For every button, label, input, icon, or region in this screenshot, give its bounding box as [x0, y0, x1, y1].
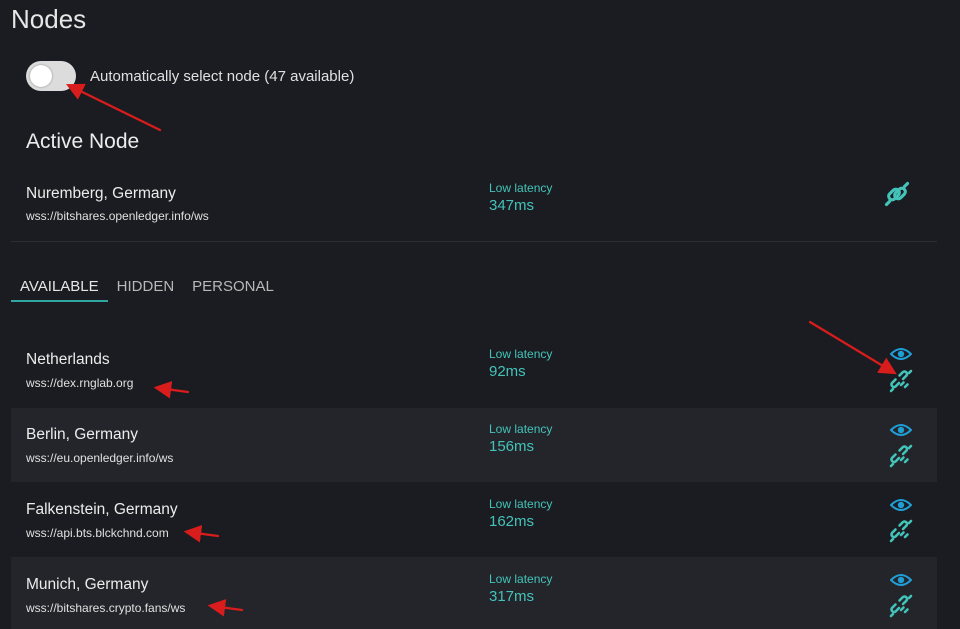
latency-label: Low latency — [489, 422, 553, 436]
auto-select-label: Automatically select node (47 available) — [90, 67, 355, 85]
node-row-munich: Munich, Germany wss://bitshares.crypto.f… — [11, 557, 937, 629]
connect-link-icon[interactable] — [889, 444, 913, 468]
latency-label: Low latency — [489, 181, 553, 195]
node-url: wss://bitshares.openledger.info/ws — [26, 209, 209, 223]
latency-value: 92ms — [489, 363, 526, 380]
eye-icon[interactable] — [890, 573, 912, 587]
node-tabs: AVAILABLE HIDDEN PERSONAL — [11, 276, 283, 302]
node-name: Nuremberg, Germany — [26, 185, 176, 202]
node-url: wss://api.bts.blckchnd.com — [26, 526, 169, 540]
eye-icon[interactable] — [890, 498, 912, 512]
node-name: Berlin, Germany — [26, 426, 138, 443]
active-node-title: Active Node — [26, 130, 140, 153]
node-url: wss://eu.openledger.info/ws — [26, 451, 174, 465]
eye-icon[interactable] — [890, 423, 912, 437]
latency-label: Low latency — [489, 572, 553, 586]
annotation-arrow — [66, 83, 162, 132]
tab-hidden[interactable]: HIDDEN — [108, 276, 184, 300]
node-row-falkenstein: Falkenstein, Germany wss://api.bts.blckc… — [11, 482, 937, 556]
node-row-netherlands: Netherlands wss://dex.rnglab.org Low lat… — [11, 334, 937, 408]
node-name: Netherlands — [26, 351, 110, 368]
eye-icon[interactable] — [890, 347, 912, 361]
toggle-knob — [30, 65, 52, 87]
tab-available[interactable]: AVAILABLE — [11, 276, 108, 302]
node-url: wss://bitshares.crypto.fans/ws — [26, 601, 186, 615]
connect-link-icon[interactable] — [889, 519, 913, 543]
latency-label: Low latency — [489, 497, 553, 511]
page-title: Nodes — [11, 4, 87, 34]
latency-value: 156ms — [489, 438, 535, 455]
tab-personal[interactable]: PERSONAL — [183, 276, 283, 300]
auto-select-row: Automatically select node (47 available) — [26, 60, 354, 92]
auto-select-toggle[interactable] — [26, 61, 76, 91]
node-url: wss://dex.rnglab.org — [26, 376, 134, 390]
latency-value: 347ms — [489, 197, 535, 214]
node-row-berlin: Berlin, Germany wss://eu.openledger.info… — [11, 408, 937, 482]
node-name: Munich, Germany — [26, 576, 149, 593]
divider — [11, 241, 937, 242]
latency-label: Low latency — [489, 347, 553, 361]
latency-value: 317ms — [489, 588, 535, 605]
connect-link-icon[interactable] — [889, 594, 913, 618]
connect-link-icon[interactable] — [889, 369, 913, 393]
connected-link-icon[interactable] — [884, 181, 910, 207]
latency-value: 162ms — [489, 513, 535, 530]
active-node-row: Nuremberg, Germany wss://bitshares.openl… — [11, 172, 937, 246]
node-name: Falkenstein, Germany — [26, 501, 178, 518]
